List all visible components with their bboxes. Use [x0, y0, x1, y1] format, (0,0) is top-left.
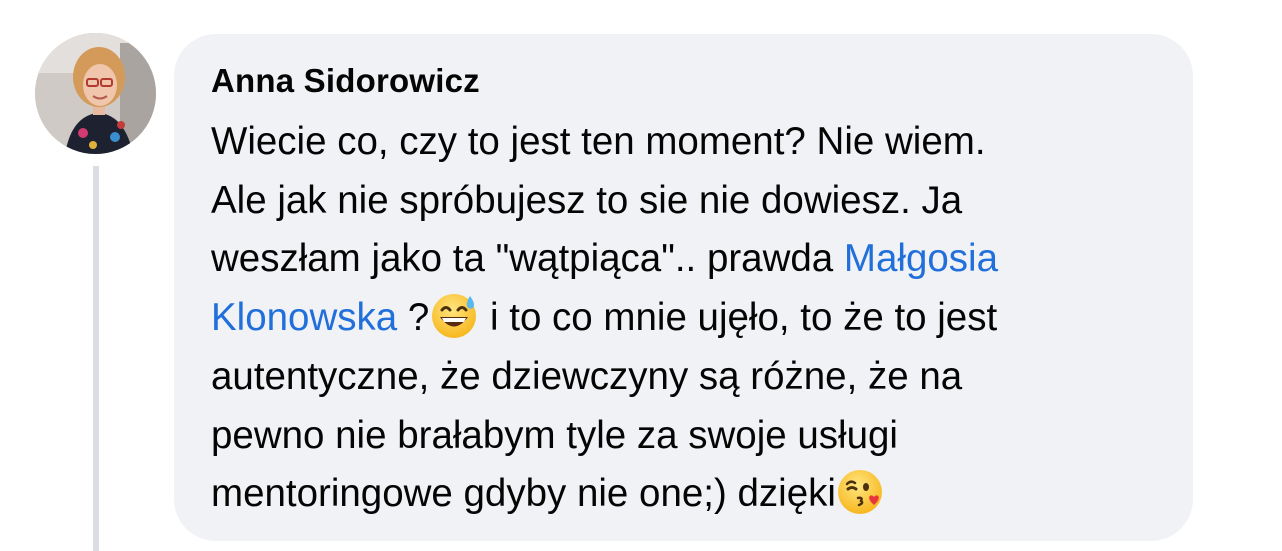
mention-link-first-name[interactable]: Małgosia — [844, 237, 998, 280]
comment-line: Klonowska ? i to co mnie ujęło, to że to… — [211, 289, 1171, 348]
comment-line: weszłam jako ta "wątpiąca".. prawda Małg… — [211, 230, 1171, 289]
grinning-face-with-sweat-icon — [429, 290, 479, 340]
comment-line: Wiecie co, czy to jest ten moment? Nie w… — [211, 120, 986, 163]
comment-thread: Anna Sidorowicz Wiecie co, czy to jest t… — [0, 0, 1282, 551]
comment-line-text: i to co mnie ujęło, to że to jest — [479, 296, 998, 340]
comment-line: pewno nie brałabym tyle za swoje usługi — [211, 413, 898, 457]
comment-line-text: ? — [397, 296, 430, 340]
comment-line-text: mentoringowe gdyby nie one;) dzięki — [211, 472, 836, 516]
comment-line: Ale jak nie spróbujesz to sie nie dowies… — [211, 178, 963, 222]
mention-link-last-name[interactable]: Klonowska — [211, 296, 397, 339]
comment-author-name[interactable]: Anna Sidorowicz — [211, 62, 480, 100]
comment-text: Wiecie co, czy to jest ten moment? Nie w… — [211, 113, 1171, 524]
comment-line-text: weszłam jako ta "wątpiąca".. prawda — [211, 237, 844, 281]
comment-line: autentyczne, że dziewczyny są różne, że … — [211, 354, 963, 398]
face-blowing-kiss-icon — [836, 466, 886, 516]
avatar[interactable] — [35, 33, 156, 154]
comment-line: mentoringowe gdyby nie one;) dzięki — [211, 465, 1171, 524]
thread-connector-line — [93, 166, 99, 551]
profile-photo-icon — [35, 33, 156, 154]
